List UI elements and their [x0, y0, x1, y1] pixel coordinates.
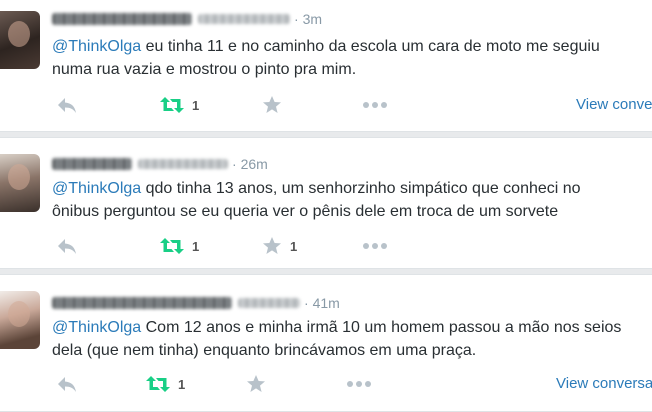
- favorite-button[interactable]: 1: [262, 234, 297, 258]
- tweet[interactable]: · 3m @ThinkOlga eu tinha 11 e no caminho…: [0, 0, 652, 132]
- retweet-icon: [146, 376, 170, 392]
- more-icon: [363, 243, 387, 249]
- reply-button[interactable]: [56, 93, 78, 117]
- view-conversation-link[interactable]: View conversation: [576, 96, 652, 113]
- tweet-text-line: numa rua vazia e mostrou o pinto pra mim…: [52, 61, 357, 78]
- author-name-redacted[interactable]: [52, 158, 132, 170]
- retweet-count: 1: [178, 376, 186, 392]
- tweet-header: · 41m: [52, 293, 340, 313]
- avatar[interactable]: [0, 291, 40, 349]
- favorite-button[interactable]: [262, 93, 290, 117]
- mention-link[interactable]: @ThinkOlga: [52, 38, 141, 55]
- retweet-icon: [160, 238, 184, 254]
- favorite-icon: [247, 375, 265, 392]
- reply-button[interactable]: [56, 372, 78, 396]
- timestamp[interactable]: · 3m: [294, 11, 322, 27]
- tweet-header: · 3m: [52, 9, 322, 29]
- mention-link[interactable]: @ThinkOlga: [52, 319, 141, 336]
- reply-button[interactable]: [56, 234, 78, 258]
- retweet-count: 1: [192, 238, 200, 254]
- tweet-text-line: dela (que nem tinha) enquanto brincávamo…: [52, 342, 477, 359]
- favorite-button[interactable]: [246, 372, 274, 396]
- tweet-text: @ThinkOlga Com 12 anos e minha irmã 10 u…: [52, 316, 652, 362]
- tweet-actions: 1 View conversation: [0, 93, 652, 117]
- tweet-text-line: eu tinha 11 e no caminho da escola um ca…: [141, 38, 600, 55]
- more-icon: [347, 381, 371, 387]
- more-options-button[interactable]: [362, 93, 388, 117]
- more-options-button[interactable]: [362, 234, 388, 258]
- tweet-actions: 1 View conversation: [0, 372, 652, 396]
- author-name-redacted[interactable]: [52, 13, 192, 25]
- avatar[interactable]: [0, 154, 40, 212]
- tweet[interactable]: · 26m @ThinkOlga qdo tinha 13 anos, um s…: [0, 137, 652, 269]
- retweet-button[interactable]: 1: [160, 93, 199, 117]
- author-handle-redacted[interactable]: [138, 159, 228, 169]
- retweet-button[interactable]: 1: [160, 234, 199, 258]
- timestamp[interactable]: · 41m: [304, 295, 340, 311]
- tweet-text: @ThinkOlga eu tinha 11 e no caminho da e…: [52, 35, 652, 81]
- avatar[interactable]: [0, 11, 40, 69]
- tweet-text-line: qdo tinha 13 anos, um senhorzinho simpát…: [141, 180, 581, 197]
- author-name-redacted[interactable]: [52, 297, 232, 309]
- tweet-text: @ThinkOlga qdo tinha 13 anos, um senhorz…: [52, 177, 652, 223]
- reply-icon: [58, 239, 76, 254]
- tweet-text-line: ônibus perguntou se eu queria ver o pêni…: [52, 203, 559, 220]
- more-icon: [363, 102, 387, 108]
- mention-link[interactable]: @ThinkOlga: [52, 180, 141, 197]
- reply-icon: [58, 377, 76, 392]
- tweet-feed: · 3m @ThinkOlga eu tinha 11 e no caminho…: [0, 0, 652, 412]
- reply-icon: [58, 98, 76, 113]
- tweet[interactable]: · 41m @ThinkOlga Com 12 anos e minha irm…: [0, 274, 652, 412]
- tweet-text-line: Com 12 anos e minha irmã 10 um homem pas…: [141, 319, 622, 336]
- tweet-actions: 1 1: [0, 234, 652, 258]
- favorite-icon: [263, 237, 281, 254]
- view-conversation-link[interactable]: View conversation: [556, 375, 652, 392]
- retweet-button[interactable]: 1: [146, 372, 185, 396]
- timestamp[interactable]: · 26m: [232, 156, 268, 172]
- retweet-icon: [160, 97, 184, 113]
- author-handle-redacted[interactable]: [238, 298, 300, 308]
- more-options-button[interactable]: [346, 372, 372, 396]
- author-handle-redacted[interactable]: [198, 14, 290, 24]
- favorite-count: 1: [290, 238, 298, 254]
- tweet-header: · 26m: [52, 154, 268, 174]
- favorite-icon: [263, 96, 281, 113]
- retweet-count: 1: [192, 97, 200, 113]
